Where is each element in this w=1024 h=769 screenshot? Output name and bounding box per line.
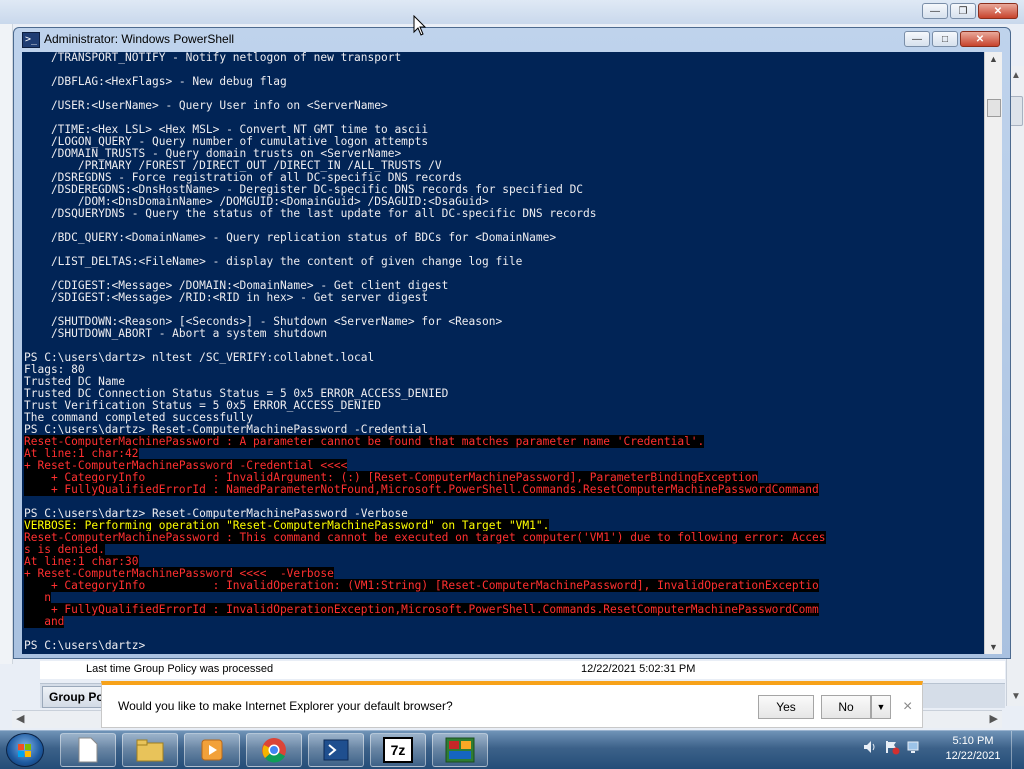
close-button[interactable]: ✕	[960, 31, 1000, 47]
error-text: Reset-ComputerMachinePassword : This com…	[24, 531, 826, 544]
console-line: /BDC_QUERY:<DomainName> - Query replicat…	[22, 232, 984, 244]
console-line: /TRANSPORT_NOTIFY - Notify netlogon of n…	[22, 52, 984, 64]
console-line: and	[22, 615, 984, 628]
chrome-icon	[262, 738, 286, 763]
console-line: + CategoryInfo : InvalidOperation: (VM1:…	[22, 579, 984, 592]
console-line: /SDIGEST:<Message> /RID:<RID in hex> - G…	[22, 292, 984, 304]
scroll-left-icon[interactable]: ◀	[16, 712, 24, 725]
scroll-up-icon[interactable]: ▲	[1011, 70, 1021, 81]
taskbar-explorer[interactable]	[122, 733, 178, 767]
maximize-button[interactable]: □	[932, 31, 958, 47]
folder-icon	[136, 739, 164, 762]
console-line: /DSQUERYDNS - Query the status of the la…	[22, 208, 984, 220]
console-line: Reset-ComputerMachinePassword : This com…	[22, 531, 984, 544]
scroll-down-icon[interactable]: ▼	[1011, 691, 1021, 702]
console-line: Reset-ComputerMachinePassword : A parame…	[22, 435, 984, 448]
console-vertical-scrollbar[interactable]: ▲ ▼	[984, 52, 1002, 654]
ie-default-browser-prompt: Would you like to make Internet Explorer…	[101, 681, 923, 728]
app-icon	[445, 737, 475, 763]
console-line: PS C:\users\dartz>	[22, 640, 984, 652]
error-text: + FullyQualifiedErrorId : NamedParameter…	[24, 483, 819, 496]
system-tray	[862, 739, 922, 755]
window-title: Administrator: Windows PowerShell	[44, 32, 235, 46]
group-policy-value: 12/22/2021 5:02:31 PM	[581, 663, 696, 675]
powershell-icon	[323, 739, 349, 761]
scroll-thumb[interactable]	[1009, 96, 1023, 126]
show-desktop-button[interactable]	[1011, 731, 1024, 769]
taskbar-media-player[interactable]	[184, 733, 240, 767]
console-line: + FullyQualifiedErrorId : NamedParameter…	[22, 483, 984, 496]
yes-button[interactable]: Yes	[758, 695, 814, 719]
output-text: PS C:\users\dartz>	[24, 639, 152, 652]
taskbar-powershell[interactable]	[308, 733, 364, 767]
minimize-button[interactable]: —	[922, 3, 948, 19]
restore-button[interactable]: ❐	[950, 3, 976, 19]
close-icon[interactable]: ×	[903, 698, 912, 716]
output-text: /DBFLAG:<HexFlags> - New debug flag	[24, 75, 287, 88]
network-icon[interactable]	[906, 739, 922, 755]
scroll-thumb[interactable]	[987, 99, 1001, 117]
scroll-down-icon[interactable]: ▼	[989, 642, 998, 652]
powershell-window-controls: — □ ✕	[904, 31, 1000, 47]
windows-logo-icon	[18, 744, 31, 757]
clock-time: 5:10 PM	[952, 735, 994, 747]
chevron-down-icon[interactable]: ▼	[871, 695, 891, 719]
group-policy-row: Last time Group Policy was processed 12/…	[40, 661, 1005, 679]
console-line: /USER:<UserName> - Query User info on <S…	[22, 100, 984, 112]
clock-date: 12/22/2021	[945, 750, 1001, 762]
taskbar: 7z 5:10 PM 12/22/2021	[0, 730, 1024, 769]
taskbar-app[interactable]	[432, 733, 488, 767]
output-text: /SDIGEST:<Message> /RID:<RID in hex> - G…	[24, 291, 429, 304]
output-text: /LIST_DELTAS:<FileName> - display the co…	[24, 255, 523, 268]
background-window-controls: — ❐ ✕	[922, 3, 1018, 19]
error-text: and	[24, 615, 65, 628]
taskbar-file[interactable]	[60, 733, 116, 767]
minimize-button[interactable]: —	[904, 31, 930, 47]
taskbar-7zip[interactable]: 7z	[370, 733, 426, 767]
console-line: /LIST_DELTAS:<FileName> - display the co…	[22, 256, 984, 268]
output-text: /SHUTDOWN_ABORT - Abort a system shutdow…	[24, 327, 328, 340]
scroll-up-icon[interactable]: ▲	[989, 54, 998, 64]
background-left-pane	[0, 24, 13, 664]
console-line: /SHUTDOWN_ABORT - Abort a system shutdow…	[22, 328, 984, 340]
powershell-titlebar[interactable]: >_ Administrator: Windows PowerShell — □…	[14, 28, 1010, 52]
powershell-icon: >_	[22, 32, 40, 48]
no-button[interactable]: No	[821, 695, 871, 719]
output-text: /TRANSPORT_NOTIFY - Notify netlogon of n…	[24, 52, 402, 64]
close-button[interactable]: ✕	[978, 3, 1018, 19]
group-policy-label: Last time Group Policy was processed	[86, 663, 274, 675]
console-line: PS C:\users\dartz> nltest /SC_VERIFY:col…	[22, 352, 984, 364]
output-text: /USER:<UserName> - Query User info on <S…	[24, 99, 388, 112]
action-center-icon[interactable]	[884, 739, 900, 755]
background-titlebar: — ❐ ✕	[0, 0, 1024, 24]
error-text: + CategoryInfo : InvalidOperation: (VM1:…	[24, 579, 819, 592]
prompt-message: Would you like to make Internet Explorer…	[118, 699, 453, 713]
console-line: /DBFLAG:<HexFlags> - New debug flag	[22, 76, 984, 88]
console-output[interactable]: /TRANSPORT_NOTIFY - Notify netlogon of n…	[22, 52, 984, 654]
taskbar-chrome[interactable]	[246, 733, 302, 767]
media-player-icon	[201, 739, 223, 761]
console-line: s is denied.	[22, 543, 984, 556]
volume-icon[interactable]	[862, 739, 878, 755]
error-text: + FullyQualifiedErrorId : InvalidOperati…	[24, 603, 819, 616]
output-text: /BDC_QUERY:<DomainName> - Query replicat…	[24, 231, 557, 244]
clock[interactable]: 5:10 PM 12/22/2021	[938, 734, 1008, 764]
start-button[interactable]	[6, 733, 44, 767]
7zip-icon: 7z	[383, 737, 413, 763]
powershell-window: >_ Administrator: Windows PowerShell — □…	[13, 27, 1011, 659]
output-text: /DSQUERYDNS - Query the status of the la…	[24, 207, 597, 220]
file-icon	[78, 737, 98, 763]
console-line: Flags: 80	[22, 364, 984, 376]
mouse-pointer-icon	[413, 15, 427, 36]
7zip-label: 7z	[391, 742, 406, 758]
scroll-right-icon[interactable]: ▶	[990, 712, 998, 725]
console-line: + FullyQualifiedErrorId : InvalidOperati…	[22, 603, 984, 616]
